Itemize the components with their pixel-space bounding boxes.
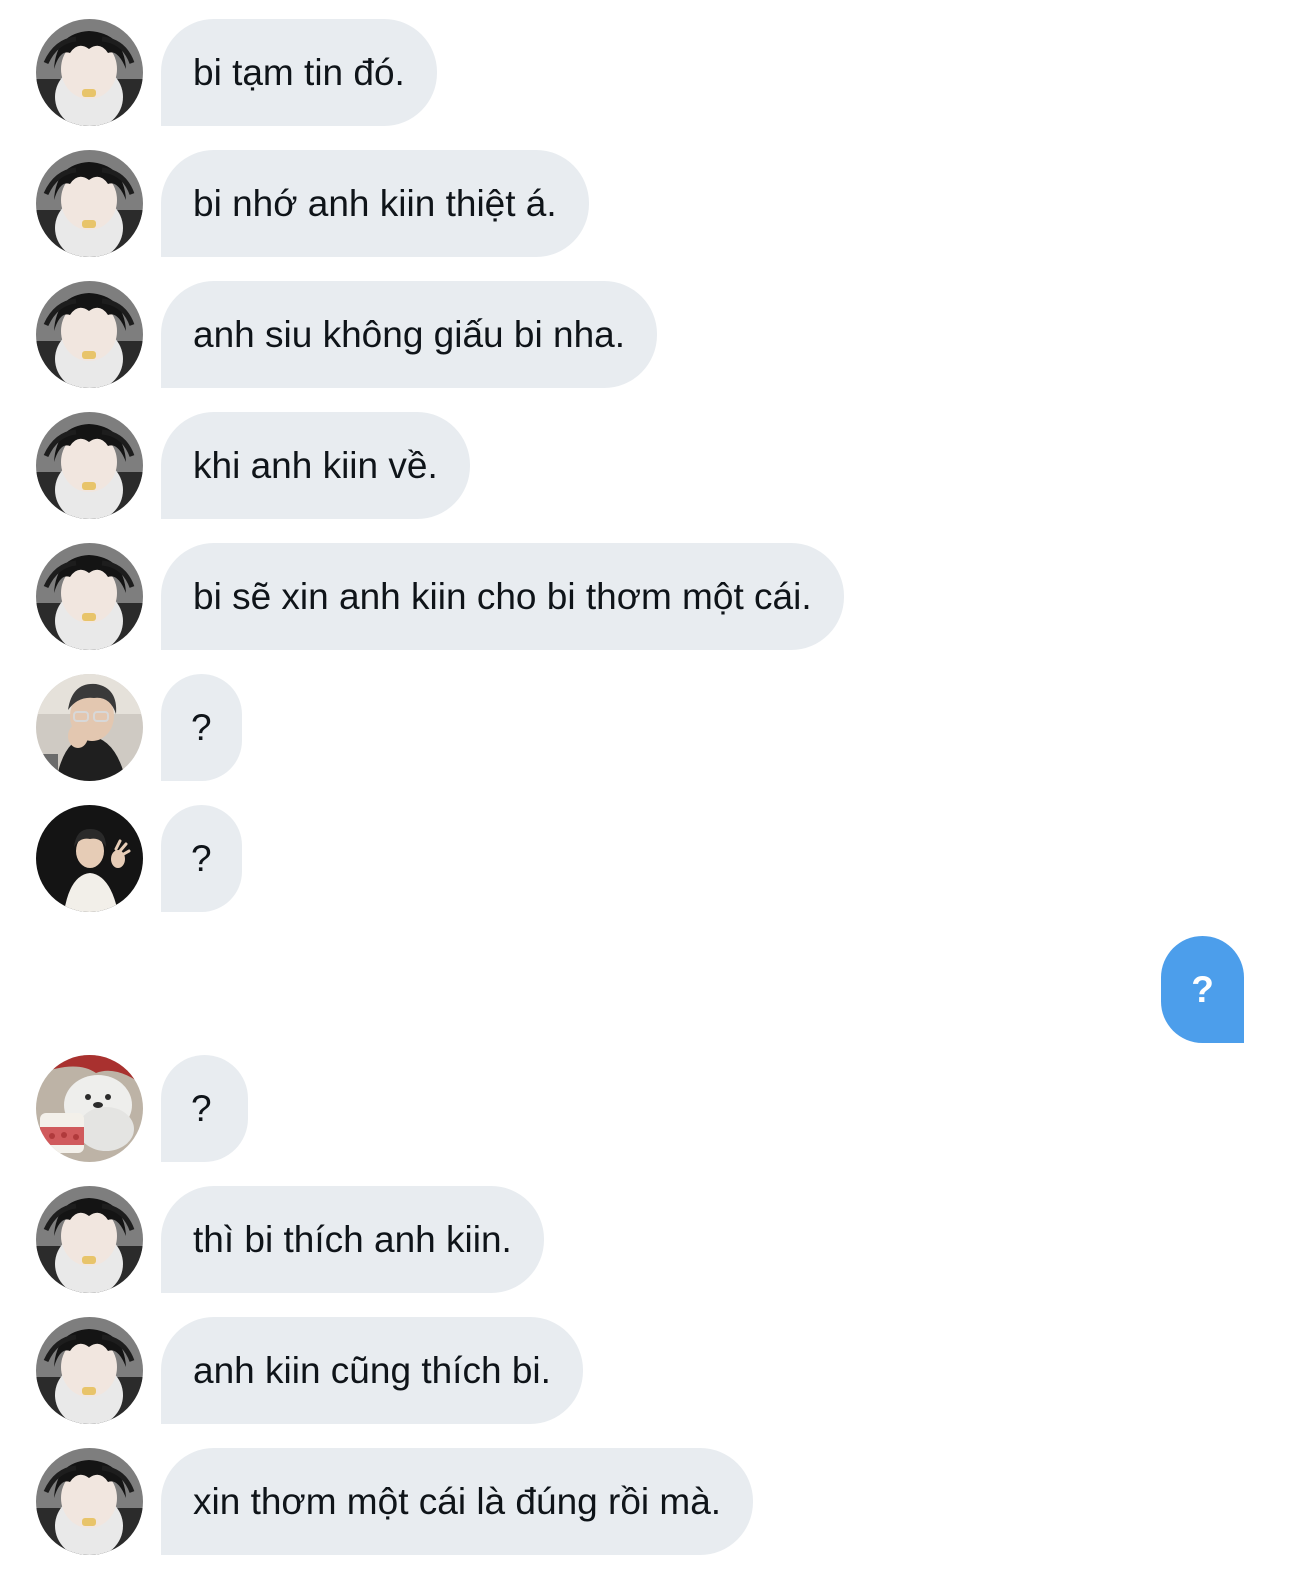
avatar[interactable] bbox=[36, 412, 143, 519]
message-row: ? bbox=[0, 805, 1290, 912]
message-bubble[interactable]: bi nhớ anh kiin thiệt á. bbox=[161, 150, 589, 257]
avatar[interactable] bbox=[36, 1448, 143, 1555]
avatar-image bbox=[36, 19, 143, 126]
message-row: anh kiin cũng thích bi. bbox=[0, 1317, 1290, 1424]
avatar-image bbox=[36, 1055, 143, 1162]
message-row: xin thơm một cái là đúng rồi mà. bbox=[0, 1448, 1290, 1555]
message-bubble[interactable]: anh siu không giấu bi nha. bbox=[161, 281, 658, 388]
message-bubble[interactable]: xin thơm một cái là đúng rồi mà. bbox=[161, 1448, 754, 1555]
avatar-image bbox=[36, 281, 143, 388]
avatar[interactable] bbox=[36, 1055, 143, 1162]
message-row: bi tạm tin đó. bbox=[0, 19, 1290, 126]
avatar-image bbox=[36, 1317, 143, 1424]
avatar-image bbox=[36, 1186, 143, 1293]
message-row: ? bbox=[0, 674, 1290, 781]
avatar-image bbox=[36, 150, 143, 257]
message-bubble[interactable]: thì bi thích anh kiin. bbox=[161, 1186, 544, 1293]
message-bubble[interactable]: ? bbox=[161, 674, 242, 781]
avatar[interactable] bbox=[36, 805, 143, 912]
message-row: ? bbox=[0, 1055, 1290, 1162]
message-bubble[interactable]: anh kiin cũng thích bi. bbox=[161, 1317, 583, 1424]
avatar[interactable] bbox=[36, 281, 143, 388]
avatar-image bbox=[36, 1448, 143, 1555]
avatar[interactable] bbox=[36, 543, 143, 650]
message-bubble[interactable]: khi anh kiin về. bbox=[161, 412, 470, 519]
avatar[interactable] bbox=[36, 1186, 143, 1293]
avatar-image bbox=[36, 805, 143, 912]
message-bubble[interactable]: ? bbox=[161, 805, 242, 912]
message-row: anh siu không giấu bi nha. bbox=[0, 281, 1290, 388]
message-row: bi nhớ anh kiin thiệt á. bbox=[0, 150, 1290, 257]
message-row: khi anh kiin về. bbox=[0, 412, 1290, 519]
outgoing-message-bubble[interactable]: ? bbox=[1161, 936, 1244, 1043]
message-row: bi sẽ xin anh kiin cho bi thơm một cái. bbox=[0, 543, 1290, 650]
message-bubble[interactable]: bi sẽ xin anh kiin cho bi thơm một cái. bbox=[161, 543, 844, 650]
avatar-image bbox=[36, 543, 143, 650]
avatar-image bbox=[36, 412, 143, 519]
avatar[interactable] bbox=[36, 674, 143, 781]
avatar[interactable] bbox=[36, 150, 143, 257]
avatar-image bbox=[36, 674, 143, 781]
avatar[interactable] bbox=[36, 1317, 143, 1424]
message-bubble[interactable]: ? bbox=[161, 1055, 248, 1162]
avatar[interactable] bbox=[36, 19, 143, 126]
message-row: thì bi thích anh kiin. bbox=[0, 1186, 1290, 1293]
message-bubble[interactable]: bi tạm tin đó. bbox=[161, 19, 437, 126]
